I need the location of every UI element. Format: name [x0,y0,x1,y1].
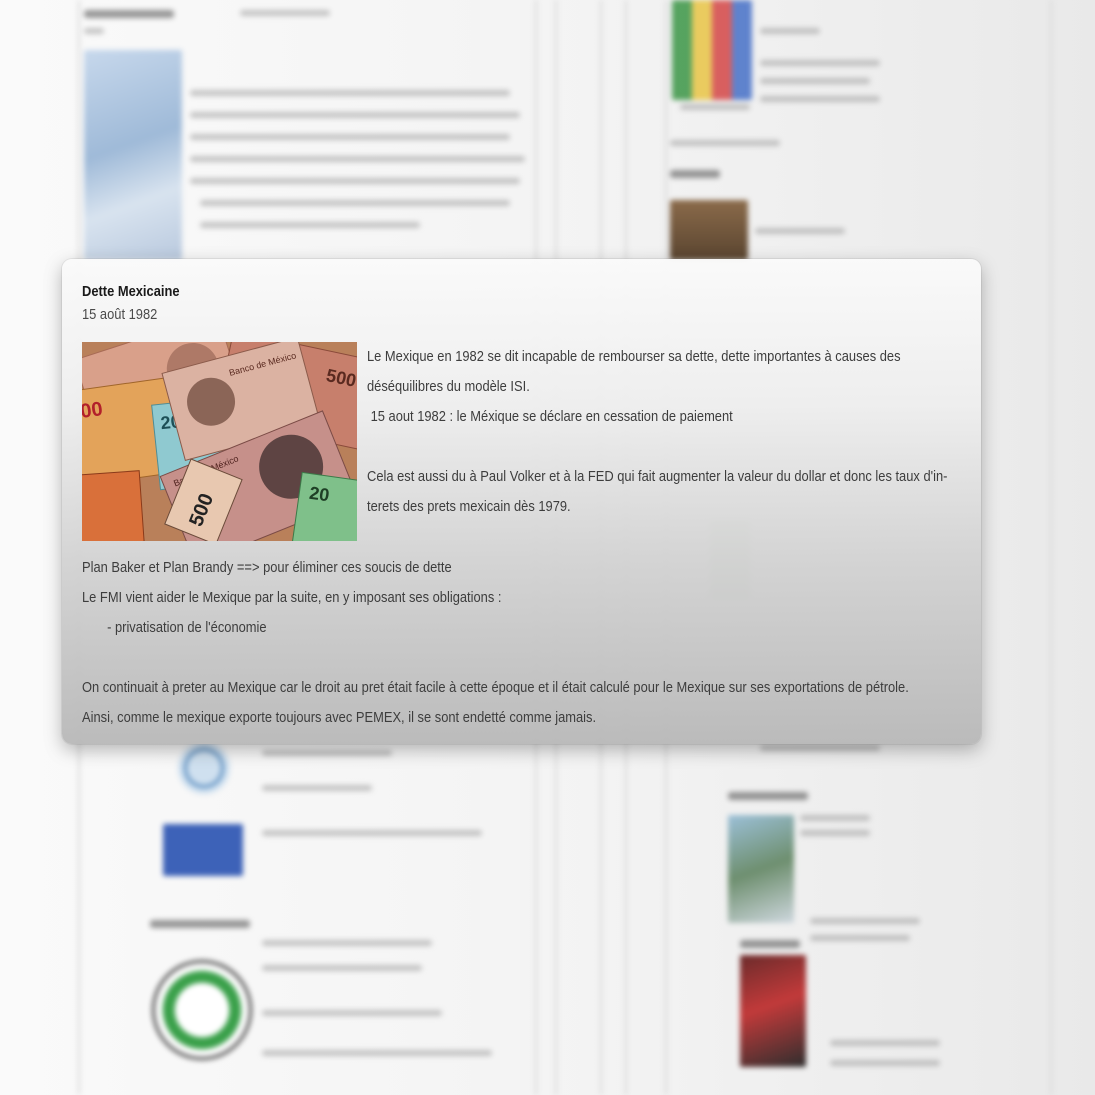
note-value-20: 20 [308,483,331,506]
event-title-blur [740,940,800,948]
seal-logo [152,960,252,1060]
banknotes-illustration: 500 100 200 Banco de México [82,342,357,541]
text-blur [755,228,845,234]
cepal-logo [163,824,243,876]
text-blur [190,178,520,184]
text-blur [760,60,880,66]
timeline-viewport[interactable]: Dette Mexicaine 15 août 1982 500 100 Ban… [0,0,1095,1095]
map-thumbnail [84,50,182,260]
text-blur [800,815,870,821]
event-body-line: déséquilibres du modèle ISI. [367,378,530,395]
text-blur [262,785,372,791]
text-blur [680,104,750,110]
text-blur [190,90,510,96]
text-blur [810,935,910,941]
text-blur [190,112,520,118]
text-blur [760,96,880,102]
event-body-line: Plan Baker et Plan Brandy ==> pour élimi… [82,559,452,576]
mexican-banknotes-photo: 500 100 200 Banco de México [82,342,357,541]
text-blur [810,918,920,924]
text-blur [262,1050,492,1056]
text-blur [262,940,432,946]
event-title-blur [150,920,250,928]
text-blur [760,745,880,751]
event-date-blur [84,28,104,34]
text-blur [262,965,422,971]
photo-thumbnail [670,200,748,260]
event-body-line: terets des prets mexicain dès 1979. [367,498,571,515]
text-blur [262,830,482,836]
text-blur [262,1010,442,1016]
event-title-blur [670,170,720,178]
event-body-line: Le FMI vient aider le Mexique par la sui… [82,589,502,606]
text-blur [760,78,870,84]
event-title: Dette Mexicaine [82,283,180,300]
event-body-line: - privatisation de l'économie [82,619,267,636]
event-body-line: On continuait à preter au Mexique car le… [82,679,909,696]
text-blur [800,830,870,836]
event-title-blur [84,10,174,18]
text-blur [262,750,392,756]
event-body-line: Cela est aussi du à Paul Volker et à la … [367,468,948,485]
event-title-blur [728,792,808,800]
text-blur [190,134,510,140]
un-logo [178,742,230,794]
text-blur [670,140,780,146]
timeline-rail [1050,0,1052,1095]
photo-thumbnail [728,815,794,923]
text-blur [830,1040,940,1046]
event-body-line: Le Mexique en 1982 se dit incapable de r… [367,348,901,365]
event-date: 15 août 1982 [82,306,158,323]
text-blur [190,156,525,162]
text-blur [200,222,420,228]
text-blur [760,28,820,34]
event-body-line: 15 aout 1982 : le Méxique se déclare en … [367,408,733,425]
text-blur [200,200,510,206]
text-blur [830,1060,940,1066]
event-detail-card[interactable]: Dette Mexicaine 15 août 1982 500 100 Ban… [62,259,981,744]
text-blur [240,10,330,16]
flags-thumbnail [672,0,752,100]
event-body-line: Ainsi, comme le mexique exporte toujours… [82,709,597,726]
photo-thumbnail [740,955,806,1067]
